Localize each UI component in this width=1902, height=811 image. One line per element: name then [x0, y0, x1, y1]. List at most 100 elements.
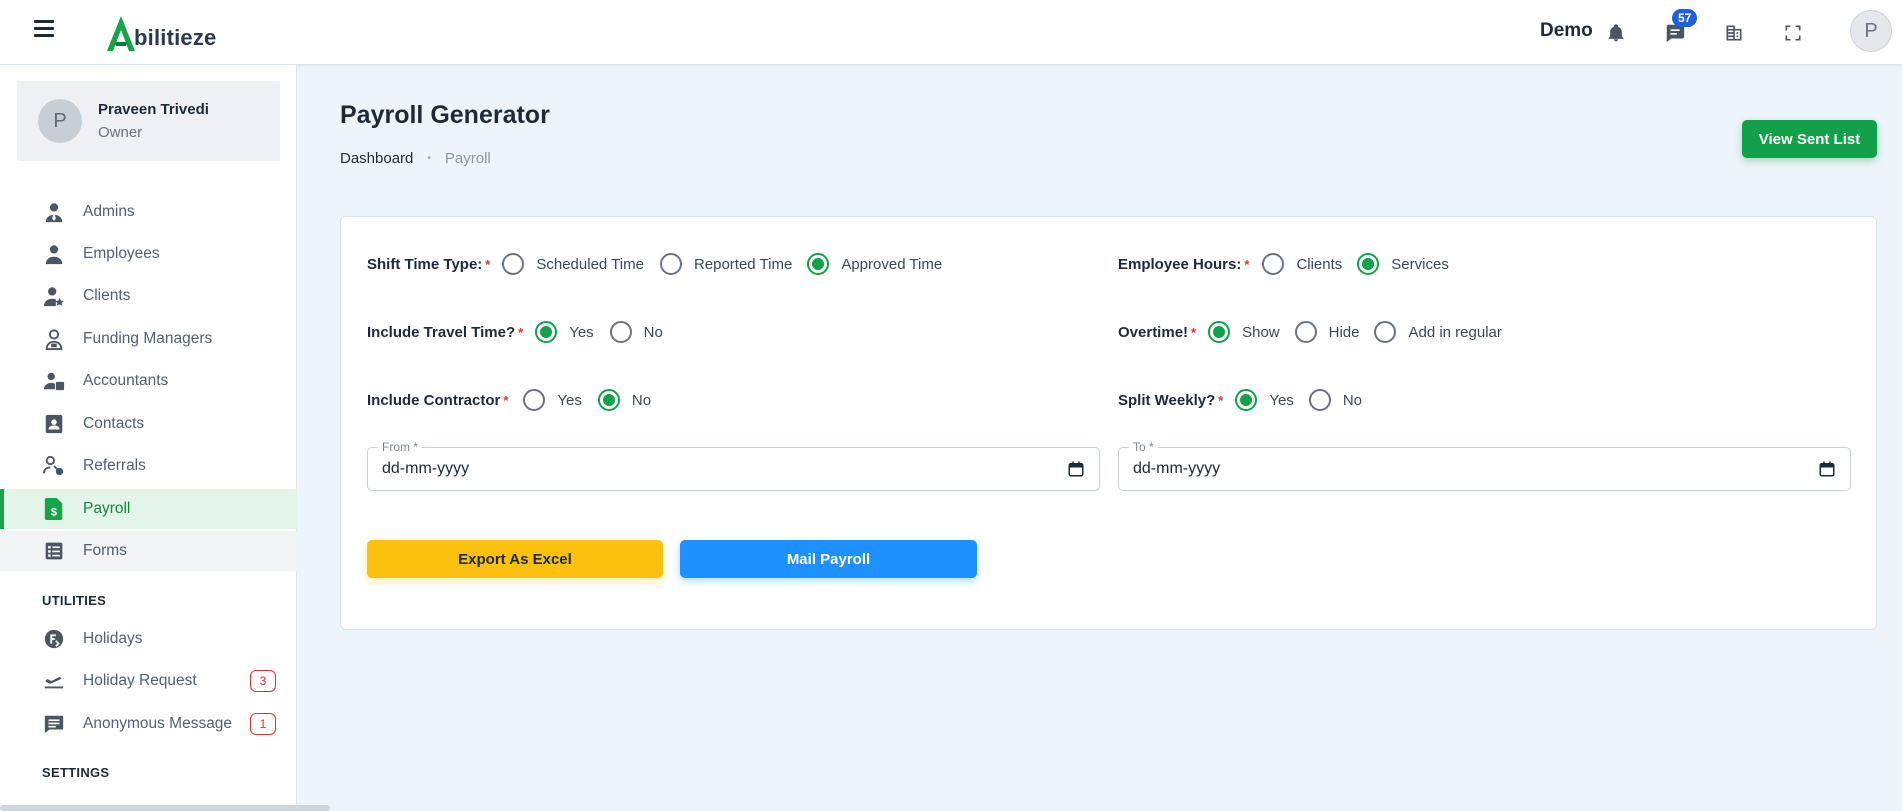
sidebar-item-accountants[interactable]: Accountants	[0, 361, 297, 401]
sidebar-item-label: Admins	[83, 203, 135, 220]
overtime-label: Overtime! *	[1118, 323, 1197, 341]
admin-icon	[42, 200, 66, 224]
sidebar-item-holidays[interactable]: Holidays	[0, 619, 297, 659]
sidebar-item-label: Holiday Request	[83, 672, 197, 689]
calendar-icon[interactable]	[1818, 460, 1836, 478]
app-logo[interactable]: bilitieze	[105, 12, 217, 52]
include-contractor-group: Include Contractor * Yes No	[367, 386, 651, 414]
shift-time-type-label: Shift Time Type: *	[367, 255, 491, 273]
messages-count-badge: 57	[1672, 9, 1698, 27]
svg-text:$: $	[51, 506, 57, 518]
page-title: Payroll Generator	[340, 101, 550, 129]
referrals-icon	[42, 454, 66, 478]
breadcrumb-separator: •	[427, 153, 431, 164]
fullscreen-icon[interactable]	[1778, 18, 1808, 48]
radio-travel-yes[interactable]: Yes	[535, 321, 594, 343]
employee-hours-group: Employee Hours: * Clients Services	[1118, 250, 1449, 278]
sidebar-item-label: Contacts	[83, 415, 145, 432]
mail-payroll-button[interactable]: Mail Payroll	[680, 540, 977, 578]
include-travel-group: Include Travel Time? * Yes No	[367, 318, 663, 346]
chat-icon[interactable]: 57	[1660, 9, 1698, 48]
sidebar-item-label: Holidays	[83, 630, 143, 647]
logo-a-icon	[107, 16, 135, 51]
funding-manager-icon	[42, 327, 66, 351]
sidebar-item-label: Employees	[83, 245, 160, 262]
profile-name: Praveen Trivedi	[98, 101, 209, 118]
radio-approved-time[interactable]: Approved Time	[807, 253, 942, 275]
sidebar-item-holiday-request[interactable]: Holiday Request 3	[0, 661, 297, 701]
include-contractor-label: Include Contractor *	[367, 391, 509, 409]
message-icon	[42, 712, 66, 736]
user-label[interactable]: Demo	[1540, 20, 1593, 42]
shift-time-type-group: Shift Time Type: * Scheduled Time Reporte…	[367, 250, 942, 278]
user-avatar[interactable]: P	[1850, 10, 1892, 52]
radio-split-no[interactable]: No	[1308, 389, 1362, 411]
forms-icon	[42, 539, 66, 563]
sidebar: P Praveen Trivedi Owner Admins Employees…	[0, 65, 297, 811]
sidebar-item-referrals[interactable]: Referrals	[0, 446, 297, 486]
client-icon	[42, 284, 66, 308]
export-excel-button[interactable]: Export As Excel	[367, 540, 663, 578]
from-date-input[interactable]: From * dd-mm-yyyy	[367, 440, 1100, 491]
breadcrumb-dashboard-link[interactable]: Dashboard	[340, 150, 413, 167]
sidebar-item-clients[interactable]: Clients	[0, 276, 297, 316]
sidebar-item-label: Accountants	[83, 372, 169, 389]
view-sent-list-button[interactable]: View Sent List	[1742, 120, 1877, 158]
sidebar-item-admins[interactable]: Admins	[0, 192, 297, 232]
split-weekly-group: Split Weekly? * Yes No	[1118, 386, 1362, 414]
plane-icon	[42, 669, 66, 693]
breadcrumb: Dashboard • Payroll	[340, 150, 491, 167]
calendar-icon[interactable]	[1067, 460, 1085, 478]
to-date-value: dd-mm-yyyy	[1133, 460, 1221, 477]
top-header: bilitieze Demo 57 P	[0, 0, 1902, 65]
radio-overtime-show[interactable]: Show	[1208, 321, 1280, 343]
radio-split-yes[interactable]: Yes	[1235, 389, 1294, 411]
radio-scheduled-time[interactable]: Scheduled Time	[502, 253, 644, 275]
holiday-request-count-badge: 3	[250, 670, 276, 692]
employee-hours-label: Employee Hours: *	[1118, 255, 1250, 273]
to-date-label: To *	[1129, 440, 1158, 454]
radio-contractor-no[interactable]: No	[597, 389, 651, 411]
radio-reported-time[interactable]: Reported Time	[659, 253, 792, 275]
avatar: P	[38, 99, 82, 143]
radio-services[interactable]: Services	[1357, 253, 1449, 275]
sidebar-item-employees[interactable]: Employees	[0, 234, 297, 274]
logo-text: bilitieze	[134, 25, 217, 50]
bell-icon[interactable]	[1601, 18, 1631, 48]
holidays-icon	[42, 627, 66, 651]
sidebar-item-forms[interactable]: Forms	[0, 531, 297, 571]
overtime-group: Overtime! * Show Hide Add in regular	[1118, 318, 1502, 346]
sidebar-item-contacts[interactable]: Contacts	[0, 404, 297, 444]
from-date-label: From *	[378, 440, 422, 454]
profile-card[interactable]: P Praveen Trivedi Owner	[17, 81, 280, 161]
radio-overtime-hide[interactable]: Hide	[1294, 321, 1359, 343]
sidebar-item-label: Payroll	[83, 500, 131, 517]
radio-clients[interactable]: Clients	[1262, 253, 1342, 275]
building-icon[interactable]	[1719, 18, 1749, 48]
sidebar-item-label: Forms	[83, 542, 127, 559]
employee-icon	[42, 242, 66, 266]
settings-section-title: SETTINGS	[42, 765, 110, 780]
sidebar-scrollbar[interactable]	[0, 805, 330, 811]
to-date-input[interactable]: To * dd-mm-yyyy	[1118, 440, 1851, 491]
include-travel-label: Include Travel Time? *	[367, 323, 524, 341]
sidebar-item-anonymous-message[interactable]: Anonymous Message 1	[0, 704, 297, 744]
radio-contractor-yes[interactable]: Yes	[523, 389, 582, 411]
radio-travel-no[interactable]: No	[609, 321, 663, 343]
radio-overtime-add-regular[interactable]: Add in regular	[1374, 321, 1502, 343]
split-weekly-label: Split Weekly? *	[1118, 391, 1224, 409]
payroll-icon: $	[42, 497, 66, 521]
sidebar-item-label: Funding Managers	[83, 330, 213, 347]
payroll-form-card: Shift Time Type: * Scheduled Time Reporte…	[340, 216, 1877, 630]
accountant-icon	[42, 369, 66, 393]
utilities-section-title: UTILITIES	[42, 593, 107, 608]
from-date-value: dd-mm-yyyy	[382, 460, 470, 477]
menu-toggle-icon[interactable]	[34, 20, 54, 38]
anonymous-message-count-badge: 1	[250, 713, 276, 735]
sidebar-item-funding-managers[interactable]: Funding Managers	[0, 319, 297, 359]
contacts-icon	[42, 412, 66, 436]
sidebar-item-label: Referrals	[83, 457, 146, 474]
breadcrumb-current: Payroll	[444, 150, 491, 167]
sidebar-item-payroll[interactable]: $ Payroll	[0, 489, 297, 529]
sidebar-item-label: Clients	[83, 287, 131, 304]
